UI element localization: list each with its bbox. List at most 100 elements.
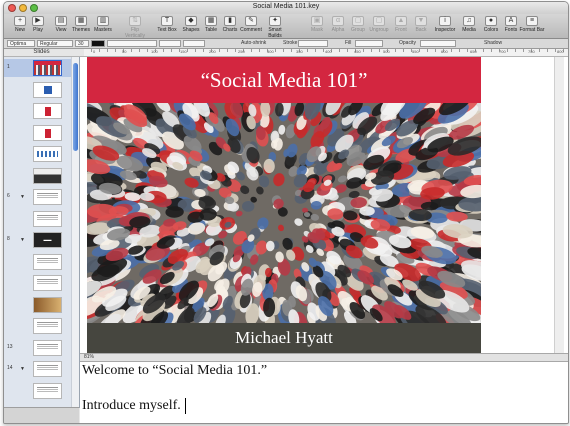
slide-thumbnail-row[interactable]: 13 (4, 339, 71, 357)
toolbar-label: Text Box (157, 27, 177, 33)
slide-thumbnail-row[interactable]: 1 (4, 59, 71, 77)
slide-thumbnail-row[interactable] (4, 210, 71, 228)
slide-navigator: 1 6 ▼ 8 ▼ ▬▬ 13 14 ▼ (4, 57, 80, 408)
font-size-select[interactable]: 30 (75, 40, 89, 47)
flip-vertically-icon: ⇅ (129, 16, 141, 26)
back-icon: ▼ (415, 16, 427, 26)
font-family-select[interactable]: Optima (7, 40, 35, 47)
comment-button[interactable]: ✎ Comment (238, 15, 264, 33)
slide-thumbnail[interactable] (33, 318, 62, 334)
slide-thumbnail[interactable] (33, 296, 62, 313)
title-bar: Social Media 101.key (4, 2, 568, 14)
ruler-tick-label: 250 (238, 49, 245, 54)
format-bar-button[interactable]: ≡ Format Bar (519, 15, 545, 33)
toolbar-label: Fonts (504, 27, 518, 33)
toolbar-label: Play (33, 27, 43, 33)
slide-thumbnail-row[interactable] (4, 274, 71, 292)
text-box-button[interactable]: T Text Box (154, 15, 180, 33)
toolbar-label: Mask (311, 27, 323, 33)
toolbar-label: Smart Builds (268, 27, 282, 39)
stroke-select[interactable] (298, 40, 328, 47)
slide-thumbnail-row[interactable] (4, 102, 71, 120)
ruler-tick-label: 300 (267, 49, 274, 54)
inspector-icon: i (439, 16, 451, 26)
slide-thumbnail-row[interactable] (4, 296, 71, 314)
slide-thumbnail[interactable] (33, 146, 62, 162)
slide-thumbnail-row[interactable]: 6 ▼ (4, 188, 71, 206)
slide-thumbnail[interactable] (33, 275, 62, 291)
text-color-swatch[interactable] (91, 40, 105, 47)
slide-thumbnail[interactable] (33, 81, 62, 98)
toolbar-label: View (55, 27, 67, 33)
toolbar-label: Colors (483, 27, 499, 33)
smart-builds-button[interactable]: ✦ Smart Builds (262, 15, 288, 39)
zoom-select[interactable]: 81% (84, 354, 94, 361)
slide-thumbnail-row[interactable]: 14 ▼ (4, 360, 71, 378)
toolbar-label: New (14, 27, 25, 33)
slide-thumbnail-row[interactable] (4, 81, 71, 99)
shapes-icon: ◆ (185, 16, 197, 26)
toolbar-label: Flip Vertically (124, 27, 145, 39)
toolbar-label: Inspector (434, 27, 456, 33)
slide-thumbnail[interactable] (33, 210, 62, 227)
header-row: Slides 0 50 100 150 200 250 300 350 400 450 500 550… (4, 49, 568, 57)
slide-thumbnail-row[interactable] (4, 145, 71, 163)
slide[interactable]: “Social Media 101” Michael Hyatt (87, 57, 481, 353)
ruler-tick-label: 50 (122, 49, 127, 54)
slide-thumbnail[interactable]: ▬▬ (33, 232, 62, 248)
presenter-notes[interactable]: Welcome to “Social Media 101.” Introduce… (80, 362, 568, 423)
format-bar: Optima Regular 30 Auto-shrink Stroke Fil… (4, 39, 568, 49)
slide-thumbnail[interactable] (33, 339, 62, 356)
slide-thumbnail[interactable] (33, 382, 62, 399)
notes-line-2: Introduce myself. (82, 398, 181, 413)
slide-thumbnail-row[interactable] (4, 317, 71, 335)
slide-thumbnail[interactable] (33, 361, 62, 377)
opacity-label: Opacity (399, 40, 416, 46)
slide-thumbnail[interactable] (33, 103, 62, 119)
slide-title[interactable]: “Social Media 101” (201, 68, 368, 93)
shadow-checkbox[interactable]: Shadow (482, 40, 504, 47)
inspector-button[interactable]: i Inspector (432, 15, 458, 33)
toolbar-label: Group (351, 27, 365, 33)
toolbar-label: Table (205, 27, 217, 33)
slide-thumbnail-row[interactable] (4, 253, 71, 271)
ruler-tick-label: 650 (470, 49, 477, 54)
opacity-field[interactable] (420, 40, 456, 47)
flip-vertically-button[interactable]: ⇅ Flip Vertically (122, 15, 148, 39)
alignment-buttons[interactable] (107, 40, 157, 47)
auto-shrink-checkbox[interactable]: Auto-shrink (239, 40, 268, 47)
ruler-tick-label: 600 (441, 49, 448, 54)
fill-select[interactable] (355, 40, 383, 47)
spacing-buttons[interactable] (159, 40, 181, 47)
disclosure-triangle-icon[interactable]: ▼ (20, 366, 25, 372)
font-style-select[interactable]: Regular (37, 40, 73, 47)
disclosure-triangle-icon[interactable]: ▼ (20, 194, 25, 200)
navigator-scrollbar[interactable] (71, 57, 79, 408)
slide-thumbnail[interactable] (33, 253, 62, 270)
back-button[interactable]: ▼ Back (408, 15, 434, 33)
slide-number: 13 (7, 343, 13, 350)
masters-button[interactable]: ▥ Masters (90, 15, 116, 33)
slide-thumbnail[interactable] (33, 189, 62, 205)
slide-thumbnail[interactable] (33, 124, 62, 141)
navigator-scroll-knob[interactable] (73, 63, 78, 151)
slide-title-band: “Social Media 101” (87, 57, 481, 103)
toolbar-label: Comment (240, 27, 262, 33)
comment-icon: ✎ (245, 16, 257, 26)
slide-thumbnail[interactable] (33, 60, 62, 76)
toolbar-label: Charts (222, 27, 238, 33)
crowd-photo[interactable] (87, 103, 481, 323)
slides-panel-label: Slides (33, 49, 50, 55)
slide-number: 14 (7, 365, 13, 371)
list-buttons[interactable] (183, 40, 205, 47)
slide-thumbnail-row[interactable] (4, 167, 71, 185)
zoom-bar: 81% (80, 353, 568, 362)
toolbar-label: Masters (94, 27, 112, 33)
disclosure-triangle-icon[interactable]: ▼ (20, 237, 25, 243)
slide-subtitle[interactable]: Michael Hyatt (235, 328, 333, 348)
slide-thumbnail-row[interactable] (4, 124, 71, 142)
slide-thumbnail-row[interactable]: 8 ▼ ▬▬ (4, 231, 71, 249)
canvas-scrollbar[interactable] (554, 57, 564, 353)
slide-thumbnail[interactable] (33, 167, 62, 184)
slide-thumbnail-row[interactable] (4, 382, 71, 400)
